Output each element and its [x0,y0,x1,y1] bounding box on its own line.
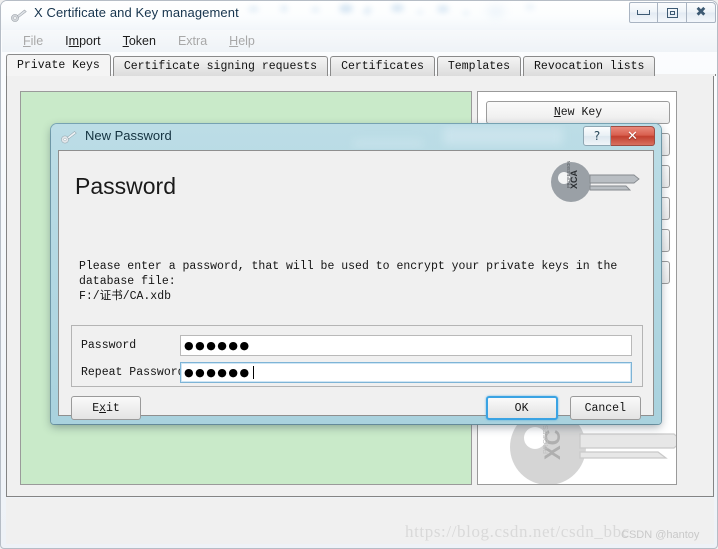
exit-button-container: Exit [71,396,141,420]
maximize-button[interactable] [658,2,687,23]
question-mark-icon: ? [593,129,601,143]
menu-extra[interactable]: Extra [167,34,218,48]
aero-reflection [463,11,469,15]
tab-bar: Private Keys Certificate signing request… [6,54,714,76]
tab-revocation-lists[interactable]: Revocation lists [523,56,656,76]
tab-label: Revocation lists [534,60,645,73]
new-key-button[interactable]: New Key [486,101,670,124]
screenshot-root: X Certificate and Key management ✖ File … [0,0,718,549]
aero-reflection [443,127,563,145]
minimize-icon [637,10,650,15]
close-icon: ✖ [695,5,707,20]
password-input[interactable]: ●●●●●● [180,335,632,356]
window-title: X Certificate and Key management [34,5,239,20]
tab-templates[interactable]: Templates [436,56,522,76]
ok-button[interactable]: OK [485,396,558,420]
close-button[interactable]: ✖ [687,2,716,23]
aero-reflection [339,4,353,13]
dialog-titlebar: New Password ? ✕ [53,125,659,149]
dialog-action-buttons: OK Cancel [485,396,641,420]
repeat-password-label: Repeat Password [81,366,185,379]
exit-button[interactable]: Exit [71,396,141,420]
password-row: Password ●●●●●● [72,335,644,356]
password-label: Password [81,339,137,352]
menu-file[interactable]: File [12,34,54,48]
aero-reflection [280,5,288,12]
help-button[interactable]: ? [583,126,611,146]
menu-token[interactable]: Token [112,34,167,48]
window-titlebar: X Certificate and Key management ✖ [1,1,717,30]
repeat-password-masked-value: ●●●●●● [184,366,251,379]
repeat-password-input[interactable]: ●●●●●● [180,362,632,383]
tab-private-keys[interactable]: Private Keys [6,54,111,76]
svg-text:PROFESSIONAL: PROFESSIONAL [566,161,571,188]
dialog-close-button[interactable]: ✕ [611,126,655,146]
menu-help[interactable]: Help [218,34,266,48]
aero-reflection [391,4,404,12]
ok-label: OK [514,401,529,415]
tab-label: Certificate signing requests [123,60,318,73]
key-icon [11,9,27,22]
aero-reflection [311,7,320,12]
repeat-password-row: Repeat Password ●●●●●● [72,362,644,383]
close-icon: ✕ [627,128,638,144]
text-caret [253,366,254,379]
csdn-tag-watermark: CSDN @hantoy [621,529,700,541]
exit-label: Exit [92,401,120,415]
tab-certificates[interactable]: Certificates [330,56,435,76]
key-icon [61,131,77,144]
new-key-label: New Key [553,106,603,119]
dialog-body: Password XCA PROFESSIONAL Please enter a… [58,150,654,420]
cancel-button[interactable]: Cancel [569,396,641,420]
maximize-icon [666,7,678,18]
aero-reflection [417,10,423,14]
cancel-label: Cancel [584,401,626,415]
aero-reflection [525,4,535,10]
aero-reflection [353,139,423,148]
new-password-dialog: New Password ? ✕ Password XCA PROFESSION… [51,124,661,424]
csdn-url-watermark: https://blog.csdn.net/csdn_bbc [405,522,630,541]
window-controls: ✖ [629,2,716,23]
password-field-group: Password ●●●●●● Repeat Password ●●●●●● [71,325,643,387]
aero-reflection [437,5,449,13]
tab-label: Certificates [341,60,424,73]
dialog-heading: Password [75,173,176,199]
menu-import[interactable]: Import [54,34,111,48]
minimize-button[interactable] [629,2,658,23]
main-window: X Certificate and Key management ✖ File … [0,0,718,549]
dialog-window-controls: ? ✕ [583,126,655,146]
tab-label: Templates [447,60,511,73]
aero-reflection [362,4,373,17]
password-masked-value: ●●●●●● [184,339,251,352]
menubar: File Import Token Extra Help [2,30,717,52]
aero-reflection [487,6,505,16]
tab-label: Private Keys [17,59,100,72]
aero-reflection [248,6,259,12]
dialog-description: Please enter a password, that will be us… [79,260,618,303]
tab-certificate-signing-requests[interactable]: Certificate signing requests [112,56,329,76]
xca-key-icon: XCA PROFESSIONAL [551,161,640,202]
dialog-title: New Password [85,128,172,143]
